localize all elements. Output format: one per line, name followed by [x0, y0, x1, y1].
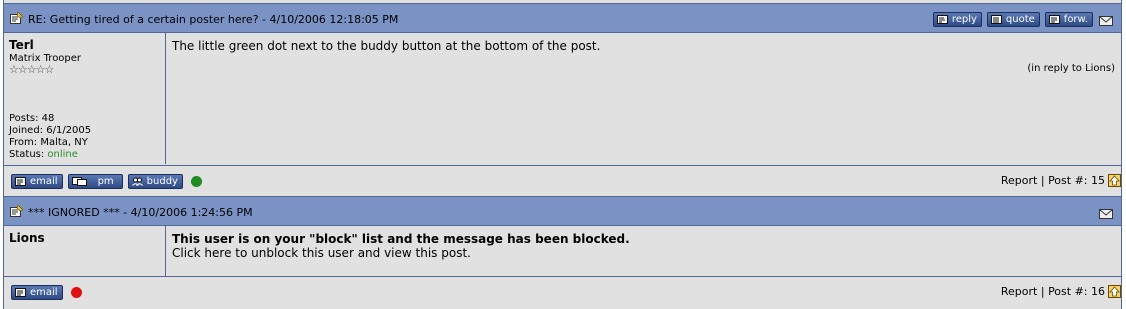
post-text: The little green dot next to the buddy b… [172, 39, 601, 53]
unblock-link[interactable]: Click here to unblock this user and view… [172, 246, 630, 260]
blocked-message: This user is on your "block" list and th… [172, 232, 630, 260]
back-to-top-icon[interactable] [1108, 285, 1121, 298]
post-body: The little green dot next to the buddy b… [166, 33, 1121, 164]
quote-icon [990, 15, 1002, 24]
status-label: Status: [9, 149, 48, 160]
online-status-dot [190, 176, 202, 187]
post-header: *** IGNORED *** - 4/10/2006 1:24:56 PM [4, 196, 1121, 226]
post-subject: RE: Getting tired of a certain poster he… [28, 13, 399, 26]
post-icon [10, 205, 23, 217]
post-number: Post #: 16 [1048, 285, 1105, 298]
in-reply-to-link[interactable]: (in reply to Lions) [1027, 63, 1115, 74]
status-value: online [47, 149, 78, 160]
post-meta: Report | Post #: 15 [1001, 174, 1105, 187]
report-link[interactable]: Report [1001, 285, 1037, 298]
reply-label: reply [951, 14, 977, 25]
author-status: Status: online [9, 149, 91, 161]
post-header: RE: Getting tired of a certain poster he… [4, 3, 1121, 33]
post-subject: *** IGNORED *** - 4/10/2006 1:24:56 PM [28, 206, 253, 219]
email-button[interactable]: email [11, 285, 63, 300]
post-icon [10, 12, 23, 24]
author-name[interactable]: Lions [9, 231, 45, 245]
author-stats: Posts: 48 Joined: 6/1/2005 From: Malta, … [9, 113, 91, 161]
report-link[interactable]: Report [1001, 174, 1037, 187]
post-footer: email pm buddy Report | Post #: 15 [4, 165, 1121, 196]
forward-label: forw. [1063, 14, 1088, 25]
email-button[interactable]: email [11, 174, 63, 189]
post-number: Post #: 15 [1048, 174, 1105, 187]
forward-button[interactable]: forw. [1044, 12, 1093, 27]
post-meta: Report | Post #: 16 [1001, 285, 1105, 298]
meta-separator: | [1040, 174, 1045, 187]
envelope-icon[interactable] [1099, 16, 1113, 26]
buddy-label: buddy [146, 176, 178, 187]
forum-thread: RE: Getting tired of a certain poster he… [3, 0, 1122, 309]
email-icon [15, 177, 26, 186]
reply-button[interactable]: reply [932, 12, 982, 27]
meta-separator: | [1040, 285, 1045, 298]
back-to-top-icon[interactable] [1108, 174, 1121, 187]
buddy-button[interactable]: buddy [127, 174, 183, 189]
quote-button[interactable]: quote [986, 12, 1040, 27]
author-panel: Terl Matrix Trooper ☆☆☆☆☆ Posts: 48 Join… [4, 33, 166, 164]
post-body: This user is on your "block" list and th… [166, 226, 1121, 276]
pm-label: pm [97, 176, 114, 187]
blocked-notice: This user is on your "block" list and th… [172, 232, 630, 246]
offline-status-dot [70, 287, 82, 298]
rank-stars: ☆☆☆☆☆ [9, 63, 54, 76]
author-name[interactable]: Terl [9, 38, 34, 52]
author-joined: Joined: 6/1/2005 [9, 125, 92, 136]
email-label: email [30, 287, 58, 298]
pm-icon [71, 177, 87, 186]
reply-icon [936, 15, 948, 24]
buddy-icon [131, 177, 143, 186]
forward-icon [1048, 15, 1060, 24]
envelope-icon[interactable] [1099, 209, 1113, 219]
pm-button[interactable]: pm [67, 174, 123, 189]
author-from: From: Malta, NY [9, 137, 88, 148]
author-panel: Lions [4, 226, 166, 276]
email-label: email [30, 176, 58, 187]
quote-label: quote [1005, 14, 1035, 25]
email-icon [15, 288, 26, 297]
author-posts: Posts: 48 [9, 113, 55, 124]
post-footer: email Report | Post #: 16 [4, 276, 1121, 309]
